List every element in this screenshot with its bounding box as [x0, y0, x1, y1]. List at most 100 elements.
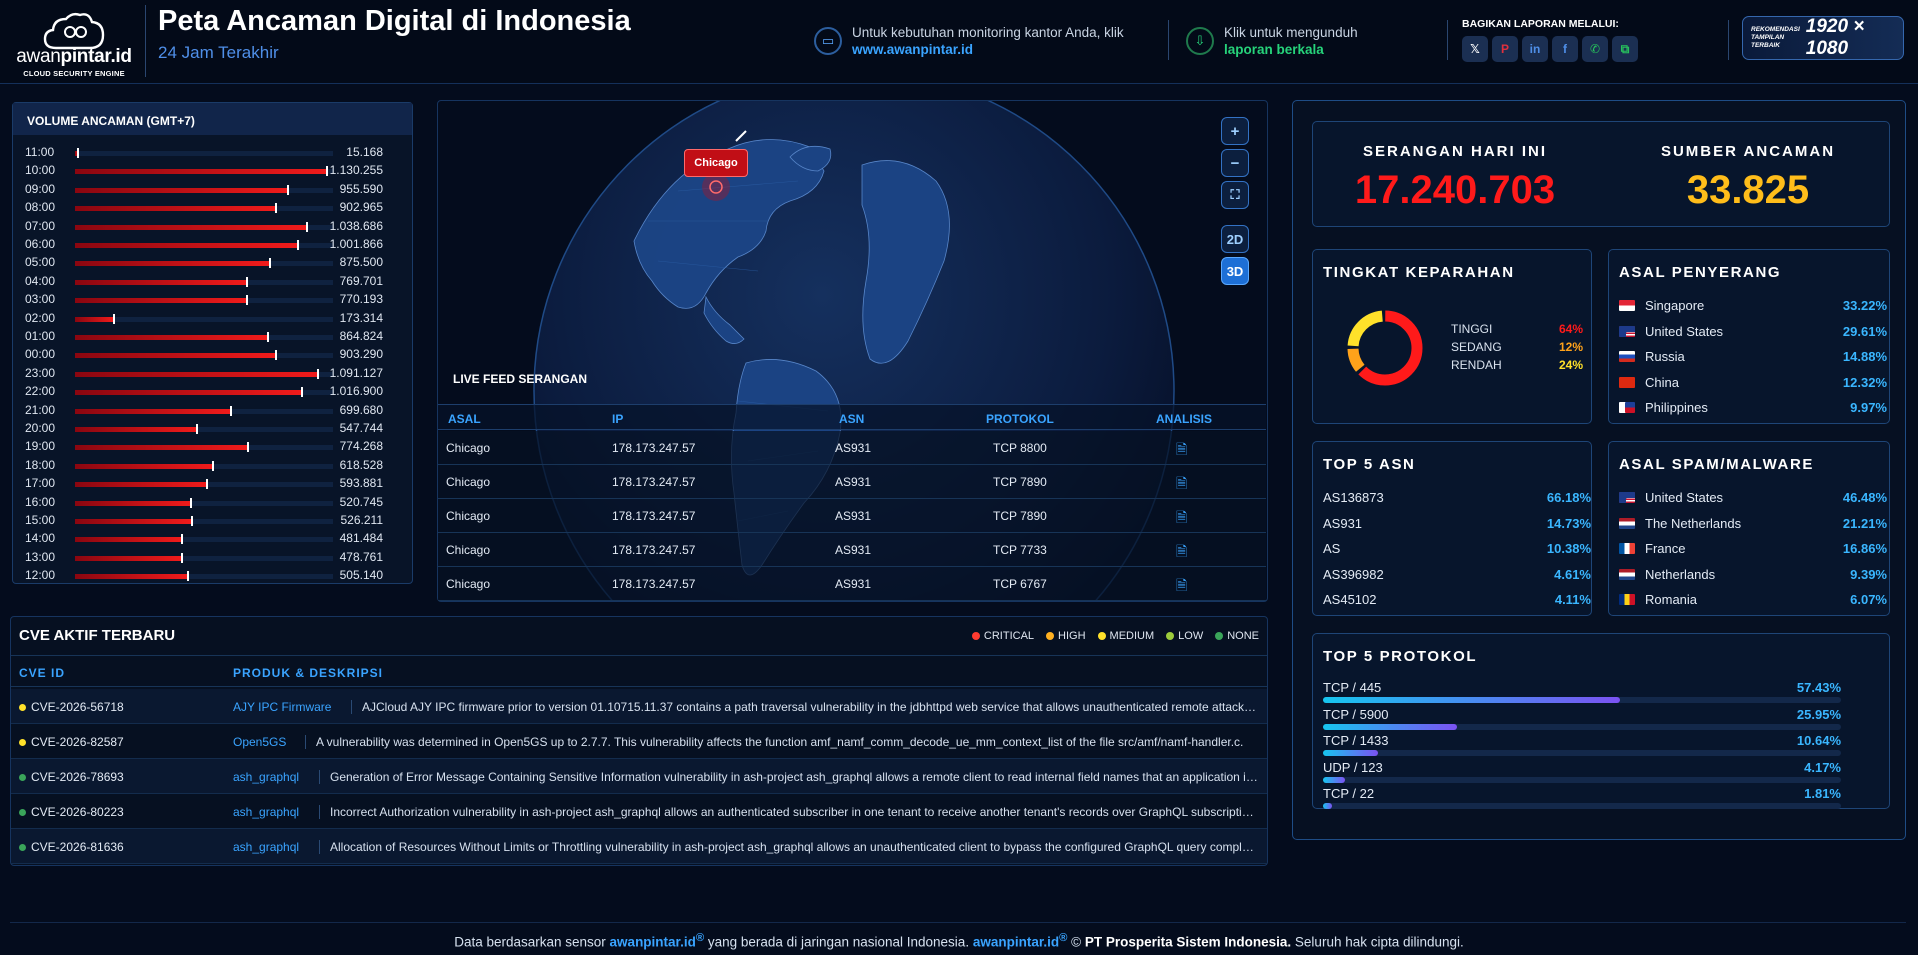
list-item: China 12.32% [1619, 375, 1887, 397]
list-item-name: United States [1645, 490, 1724, 505]
feed-asal: Chicago [446, 577, 491, 591]
totals-card: SERANGAN HARI INI 17.240.703 SUMBER ANCA… [1312, 121, 1890, 227]
volume-bar [75, 519, 193, 524]
protocol-row: TCP / 5900 25.95% [1323, 707, 1841, 733]
cve-product[interactable]: ash_graphql [233, 840, 299, 854]
footer-brand-link[interactable]: awanpintar.id [973, 935, 1059, 950]
volume-row: 13:00 478.761 [13, 550, 393, 567]
volume-bar [75, 206, 277, 212]
analysis-doc-icon[interactable]: 🗎 [1176, 575, 1187, 599]
volume-bar-tick [266, 332, 269, 342]
header: awanpintar.id CLOUD SECURITY ENGINE Peta… [0, 0, 1918, 84]
protocol-bar-track [1323, 723, 1841, 730]
legend-label: NONE [1227, 630, 1259, 642]
volume-bar-tick [275, 350, 278, 361]
cve-product[interactable]: Open5GS [233, 735, 286, 749]
facebook-share-button[interactable]: f [1552, 36, 1578, 62]
analysis-doc-icon[interactable]: 🗎 [1176, 541, 1187, 565]
cve-row[interactable]: CVE-2026-56718 AJY IPC Firmware AJCloud AJ… [11, 689, 1267, 724]
list-item-pct: 21.21% [1842, 515, 1887, 531]
feed-protokol: TCP 6767 [993, 577, 1047, 591]
cve-row[interactable]: CVE-2026-81636 ash_graphql Allocation of R… [11, 829, 1267, 864]
pinterest-share-button[interactable]: P [1492, 36, 1518, 62]
col-product: PRODUK & DESKRIPSI [233, 666, 384, 680]
legend-label: HIGH [1058, 630, 1086, 642]
mode-3d-button[interactable]: 3D [1221, 257, 1249, 285]
analysis-doc-icon[interactable]: 🗎 [1176, 473, 1187, 497]
volume-bar-tick [326, 166, 328, 177]
volume-hour: 08:00 [25, 200, 56, 215]
volume-hour: 13:00 [25, 549, 56, 564]
zoom-out-button[interactable]: − [1221, 149, 1249, 177]
header-divider [145, 5, 146, 77]
download-report-link[interactable]: ⇩ Klik untuk mengunduh laporan berkala [1186, 24, 1358, 58]
cve-id[interactable]: CVE-2026-56718 [19, 700, 124, 714]
analysis-doc-icon[interactable]: 🗎 [1176, 507, 1187, 531]
cve-product[interactable]: ash_graphql [233, 805, 299, 819]
fullscreen-button[interactable]: ⛶ [1221, 181, 1249, 209]
website-link[interactable]: www.awanpintar.id [852, 41, 1124, 58]
list-item: AS 10.38% [1323, 541, 1591, 563]
copy-link-share-button[interactable]: ⧉ [1612, 36, 1638, 62]
feed-asal: Chicago [446, 475, 491, 489]
live-feed-header: ASAL IP ASN PROTOKOL ANALISIS [438, 404, 1266, 430]
legend-item: NONE [1215, 630, 1259, 642]
cve-row[interactable]: CVE-2026-78693 ash_graphql Generation of E… [11, 759, 1267, 794]
protocol-bar [1323, 723, 1458, 730]
volume-row: 14:00 481.484 [13, 531, 393, 548]
cve-id[interactable]: CVE-2026-78693 [19, 770, 124, 784]
report-link[interactable]: laporan berkala [1224, 41, 1358, 58]
volume-hour: 11:00 [25, 145, 55, 159]
volume-hour: 19:00 [25, 439, 56, 454]
header-divider [1168, 20, 1169, 60]
list-item-name: AS396982 [1323, 566, 1384, 582]
severity-label: SEDANG [1451, 340, 1502, 354]
x-icon: 𝕏 [1470, 42, 1480, 56]
protocol-bar [1323, 697, 1621, 703]
cve-description: Allocation of Resources Without Limits o… [319, 840, 1259, 854]
cve-id[interactable]: CVE-2026-80223 [19, 805, 124, 819]
volume-row: 21:00 699.680 [13, 403, 393, 420]
cve-row[interactable]: CVE-2026-80223 ash_graphql Incorrect Autho… [11, 794, 1267, 829]
top-asn-card: TOP 5 ASN AS136873 66.18% AS931 14.73% AS 10.… [1312, 441, 1592, 616]
cve-product[interactable]: AJY IPC Firmware [233, 700, 331, 714]
zoom-in-button[interactable]: + [1221, 117, 1249, 145]
cve-product[interactable]: ash_graphql [233, 770, 299, 784]
volume-value: 1.091.127 [329, 365, 383, 380]
monitoring-link[interactable]: ▭ Untuk kebutuhan monitoring kantor Anda… [814, 24, 1124, 58]
severity-card: TINGKAT KEPARAHAN TINGGI 64% SEDANG 12% REND… [1312, 249, 1592, 424]
cve-id[interactable]: CVE-2026-82587 [19, 735, 124, 749]
whatsapp-share-button[interactable]: ✆ [1582, 36, 1608, 62]
cve-id[interactable]: CVE-2026-81636 [19, 840, 124, 854]
mode-2d-button[interactable]: 2D [1221, 225, 1249, 253]
volume-bar [75, 482, 208, 488]
feed-row[interactable]: Chicago 178.173.247.57 AS931 TCP 7890 🗎 [438, 499, 1266, 533]
list-item: Russia 14.88% [1619, 349, 1887, 371]
city-marker[interactable]: Chicago [684, 149, 748, 177]
feed-row[interactable]: Chicago 178.173.247.57 AS931 TCP 7890 🗎 [438, 465, 1266, 499]
feed-row[interactable]: Chicago 178.173.247.57 AS931 TCP 6767 🗎 [438, 567, 1266, 601]
flag-nl-icon [1619, 517, 1635, 529]
volume-bar-track [75, 258, 333, 269]
feed-row[interactable]: Chicago 178.173.247.57 AS931 TCP 8800 🗎 [438, 431, 1266, 465]
volume-bar-tick [305, 221, 308, 232]
volume-value: 1.001.866 [329, 237, 383, 251]
list-item-name: Philippines [1645, 400, 1708, 416]
volume-row: 04:00 769.701 [13, 274, 393, 291]
volume-hour: 05:00 [25, 255, 56, 270]
cve-header: CVE ID PRODUK & DESKRIPSI [11, 655, 1267, 687]
footer-text: yang berada di jaringan nasional Indones… [704, 934, 973, 950]
feed-asn: AS931 [835, 577, 872, 591]
severity-row: RENDAH 24% [1451, 358, 1583, 376]
footer-brand-link[interactable]: awanpintar.id [610, 935, 696, 950]
x-share-button[interactable]: 𝕏 [1462, 36, 1488, 62]
analysis-doc-icon[interactable]: 🗎 [1176, 439, 1187, 463]
logo[interactable]: awanpintar.id CLOUD SECURITY ENGINE [14, 10, 134, 78]
attacker-origin-card: ASAL PENYERANG Singapore 33.22% United Sta… [1608, 249, 1890, 424]
severity-row: SEDANG 12% [1451, 340, 1583, 358]
linkedin-share-button[interactable]: in [1522, 36, 1548, 62]
cve-id-text: CVE-2026-81636 [31, 840, 124, 854]
volume-bar-tick [186, 571, 189, 582]
cve-row[interactable]: CVE-2026-82587 Open5GS A vulnerability was… [11, 724, 1267, 759]
feed-row[interactable]: Chicago 178.173.247.57 AS931 TCP 7733 🗎 [438, 533, 1266, 567]
